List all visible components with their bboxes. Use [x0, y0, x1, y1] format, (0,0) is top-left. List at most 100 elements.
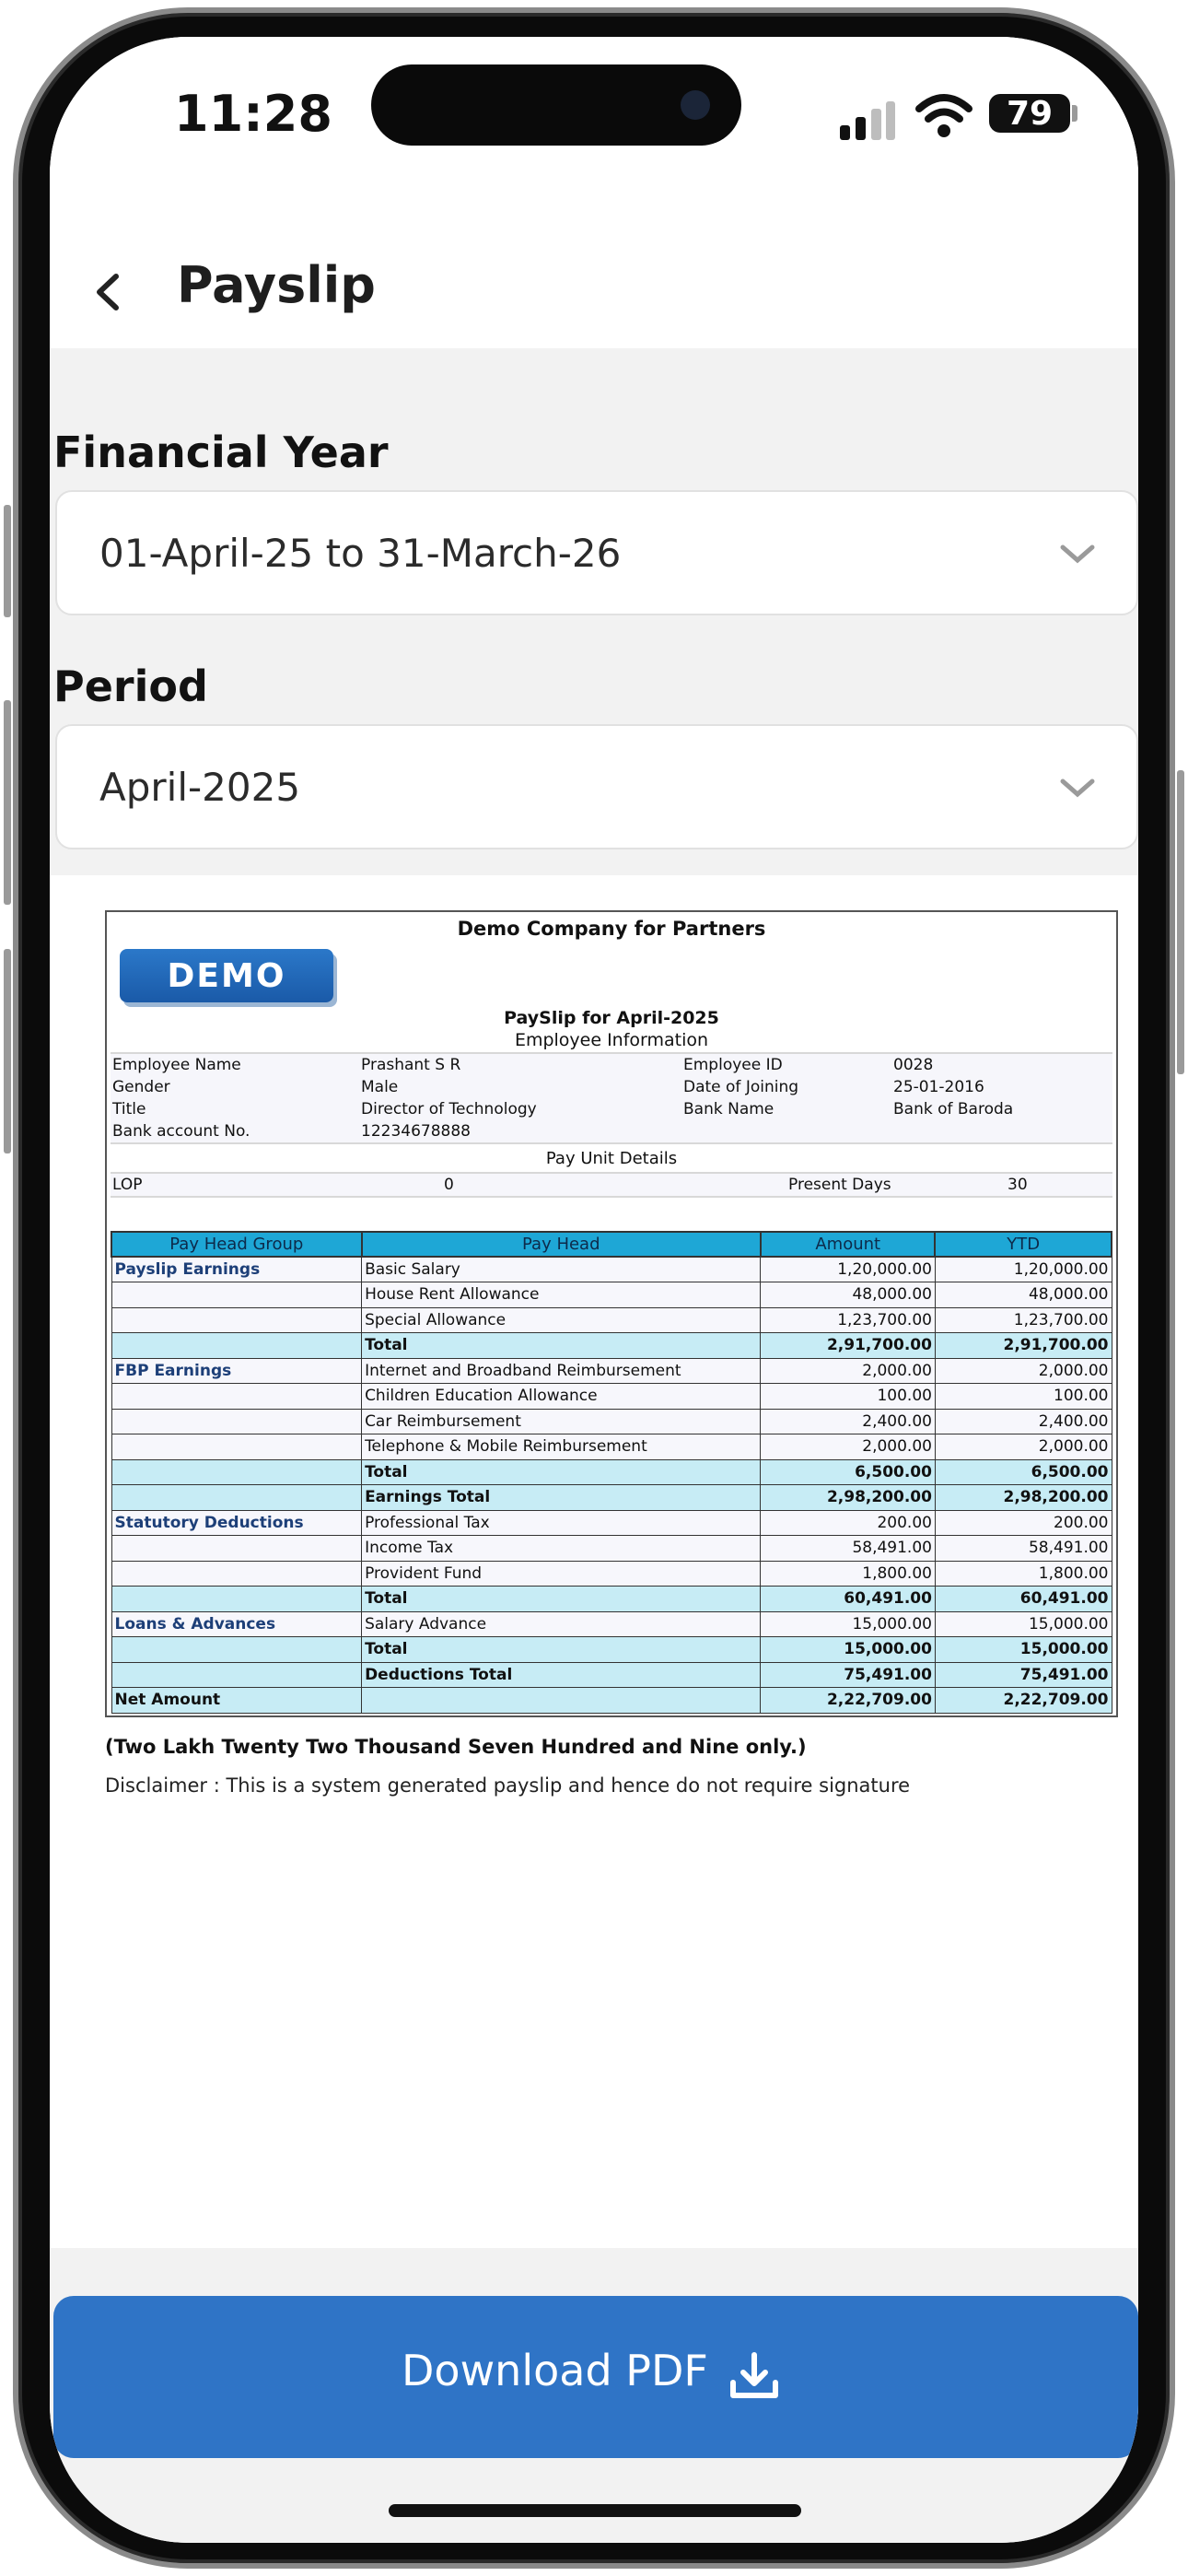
pay-head-group-cell	[111, 1661, 363, 1688]
bottom-bar: Download PDF	[50, 2248, 1138, 2543]
info-value: Bank of Baroda	[893, 1100, 1014, 1118]
pay-head-cell: Children Education Allowance	[361, 1383, 762, 1410]
download-pdf-button[interactable]: Download PDF	[53, 2296, 1138, 2458]
home-indicator[interactable]	[389, 2504, 801, 2517]
financial-year-value: 01-April-25 to 31-March-26	[99, 531, 622, 576]
info-value: Prashant S R	[361, 1056, 461, 1074]
amount-in-words: (Two Lakh Twenty Two Thousand Seven Hund…	[105, 1736, 807, 1758]
amount-cell: 2,000.00	[760, 1434, 936, 1460]
pay-head-cell: Total	[361, 1458, 762, 1485]
ytd-cell: 58,491.00	[934, 1535, 1112, 1562]
period-select[interactable]: April-2025	[55, 724, 1138, 849]
pay-head-group-cell	[111, 1408, 363, 1434]
table-total-row: Total 60,491.00 60,491.00	[111, 1586, 1112, 1612]
pay-head-group-cell	[111, 1535, 363, 1562]
pay-table: Pay Head Group Pay Head Amount YTD Paysl…	[111, 1231, 1112, 1714]
table-row: House Rent Allowance 48,000.00 48,000.00	[111, 1282, 1112, 1308]
amount-cell: 58,491.00	[760, 1535, 936, 1562]
table-row: Car Reimbursement 2,400.00 2,400.00	[111, 1408, 1112, 1434]
ytd-cell: 100.00	[934, 1383, 1112, 1410]
pay-head-group-cell: Loans & Advances	[111, 1610, 363, 1637]
status-time: 11:28	[174, 85, 332, 143]
financial-year-label: Financial Year	[53, 427, 389, 477]
ytd-cell: 1,800.00	[934, 1560, 1112, 1587]
payslip-viewer[interactable]: Demo Company for Partners DEMO PaySlip f…	[50, 875, 1138, 2248]
ytd-cell: 75,491.00	[934, 1661, 1112, 1688]
dynamic-island	[371, 64, 741, 146]
column-header: YTD	[934, 1231, 1112, 1258]
amount-cell: 15,000.00	[760, 1636, 936, 1663]
wifi-icon	[915, 94, 973, 137]
ytd-cell: 15,000.00	[934, 1610, 1112, 1637]
table-total-row: Deductions Total 75,491.00 75,491.00	[111, 1661, 1112, 1688]
info-value	[893, 1120, 1105, 1142]
ytd-cell: 200.00	[934, 1509, 1112, 1536]
table-row: FBP Earnings Internet and Broadband Reimb…	[111, 1357, 1112, 1384]
pay-head-group-cell	[111, 1458, 363, 1485]
company-name: Demo Company for Partners	[457, 918, 766, 940]
ytd-cell: 15,000.00	[934, 1636, 1112, 1663]
signal-icon	[840, 101, 895, 140]
side-button-right	[1177, 770, 1184, 1074]
info-label: Gender	[112, 1078, 170, 1096]
table-row: Loans & Advances Salary Advance 15,000.00 1…	[111, 1610, 1112, 1637]
pay-head-group-cell	[111, 1306, 363, 1333]
employee-info-title: Employee Information	[514, 1030, 709, 1050]
table-row: Children Education Allowance 100.00 100.00	[111, 1383, 1112, 1410]
amount-cell: 60,491.00	[760, 1586, 936, 1612]
pay-head-group-cell: FBP Earnings	[111, 1357, 363, 1384]
amount-cell: 200.00	[760, 1509, 936, 1536]
pay-head-cell: Telephone & Mobile Reimbursement	[361, 1434, 762, 1460]
financial-year-select[interactable]: 01-April-25 to 31-March-26	[55, 490, 1138, 615]
ytd-cell: 2,000.00	[934, 1434, 1112, 1460]
period-value: April-2025	[99, 765, 301, 810]
back-arrow-icon[interactable]	[87, 269, 133, 315]
ytd-cell: 6,500.00	[934, 1458, 1112, 1485]
amount-cell: 15,000.00	[760, 1610, 936, 1637]
pay-head-group-cell	[111, 1332, 363, 1359]
pay-head-group-cell	[111, 1434, 363, 1460]
info-value: Male	[361, 1078, 399, 1096]
pay-head-cell: Basic Salary	[361, 1256, 762, 1282]
net-amount-blank	[361, 1687, 762, 1714]
amount-cell: 1,23,700.00	[760, 1306, 936, 1333]
screen: 11:28 79 Payslip Financial Year 01-April…	[50, 37, 1138, 2543]
pay-head-group-cell	[111, 1484, 363, 1511]
chevron-down-icon	[1060, 544, 1095, 564]
pay-head-cell: Salary Advance	[361, 1610, 762, 1637]
net-amount-label: Net Amount	[111, 1687, 363, 1714]
info-value: 12234678888	[361, 1122, 471, 1141]
employee-info-row: Title Director of Technology Bank Name Bank…	[111, 1098, 1112, 1120]
download-icon	[730, 2352, 778, 2398]
lop-label: LOP	[112, 1176, 143, 1194]
amount-cell: 75,491.00	[760, 1661, 936, 1688]
chevron-down-icon	[1060, 779, 1095, 798]
pay-head-cell: Total	[361, 1332, 762, 1359]
info-label: Bank account No.	[112, 1122, 250, 1141]
pay-head-cell: Car Reimbursement	[361, 1408, 762, 1434]
battery-tip	[1072, 105, 1077, 122]
ytd-cell: 2,91,700.00	[934, 1332, 1112, 1359]
pay-head-group-cell	[111, 1282, 363, 1308]
pay-head-cell: Earnings Total	[361, 1484, 762, 1511]
employee-info-row: Gender Male Date of Joining 25-01-2016	[111, 1076, 1112, 1098]
amount-cell: 100.00	[760, 1383, 936, 1410]
present-days-value: 30	[1007, 1176, 1028, 1194]
pay-head-group-cell: Statutory Deductions	[111, 1509, 363, 1536]
pay-head-cell: Total	[361, 1586, 762, 1612]
info-value: Director of Technology	[361, 1100, 537, 1118]
net-amount-ytd: 2,22,709.00	[934, 1687, 1112, 1714]
pay-head-group-cell	[111, 1636, 363, 1663]
table-total-row: Earnings Total 2,98,200.00 2,98,200.00	[111, 1484, 1112, 1511]
column-header: Amount	[759, 1231, 937, 1258]
amount-cell: 2,400.00	[760, 1408, 936, 1434]
pay-head-cell: Total	[361, 1636, 762, 1663]
info-value: 0028	[893, 1056, 934, 1074]
amount-cell: 2,98,200.00	[760, 1484, 936, 1511]
pay-head-cell: Internet and Broadband Reimbursement	[361, 1357, 762, 1384]
table-total-row: Total 6,500.00 6,500.00	[111, 1458, 1112, 1485]
side-button-left-3	[4, 949, 11, 1153]
amount-cell: 1,800.00	[760, 1560, 936, 1587]
ytd-cell: 1,20,000.00	[934, 1256, 1112, 1282]
lop-value: 0	[444, 1176, 454, 1194]
